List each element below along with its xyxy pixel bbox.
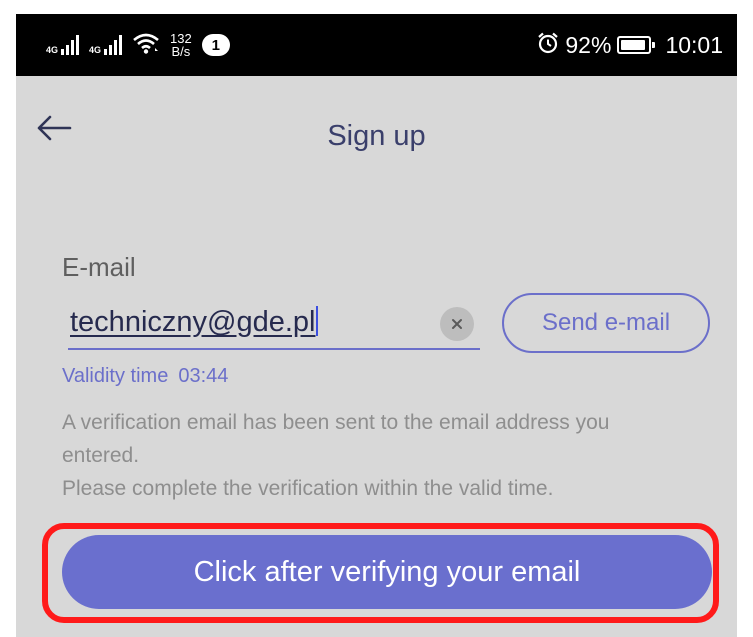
signal-icon: 4G bbox=[89, 35, 123, 55]
info-line: entered. bbox=[62, 444, 140, 467]
validity-label: Validity time bbox=[62, 365, 169, 387]
info-line: A verification email has been sent to th… bbox=[62, 411, 610, 434]
highlight-box bbox=[42, 523, 719, 623]
battery-icon bbox=[617, 36, 656, 54]
send-email-button[interactable]: Send e-mail bbox=[502, 293, 710, 353]
email-label: E-mail bbox=[62, 252, 136, 282]
phone-screen: 4G 4G 132 B/s 1 92% 10:01 Sign up E-mail… bbox=[16, 14, 737, 637]
app-bar: Sign up bbox=[16, 76, 737, 184]
verification-info: A verification email has been sent to th… bbox=[62, 406, 712, 505]
email-value: techniczny@gde.pl bbox=[70, 306, 319, 339]
network-speed-unit: B/s bbox=[171, 44, 191, 59]
alarm-icon bbox=[537, 32, 559, 59]
battery-percent: 92% bbox=[565, 31, 612, 58]
signal-icon: 4G bbox=[46, 35, 80, 55]
wifi-icon bbox=[132, 32, 160, 59]
email-input[interactable]: techniczny@gde.pl bbox=[68, 302, 480, 350]
clear-input-button[interactable] bbox=[440, 307, 474, 341]
network-speed: 132 B/s bbox=[170, 32, 192, 58]
status-bar: 4G 4G 132 B/s 1 92% 10:01 bbox=[16, 14, 737, 76]
status-bar-right: 92% 10:01 bbox=[537, 14, 723, 76]
validity-time: Validity time 03:44 bbox=[62, 365, 228, 388]
validity-countdown: 03:44 bbox=[178, 365, 229, 387]
notification-badge: 1 bbox=[201, 34, 230, 56]
signal-label: 4G bbox=[46, 45, 59, 55]
signal-label: 4G bbox=[89, 45, 102, 55]
close-icon bbox=[452, 319, 462, 329]
clock: 10:01 bbox=[665, 31, 723, 58]
page-title: Sign up bbox=[327, 120, 426, 152]
info-line: Please complete the verification within … bbox=[62, 477, 554, 500]
text-caret bbox=[316, 306, 319, 336]
status-bar-left: 4G 4G 132 B/s 1 bbox=[46, 14, 230, 76]
